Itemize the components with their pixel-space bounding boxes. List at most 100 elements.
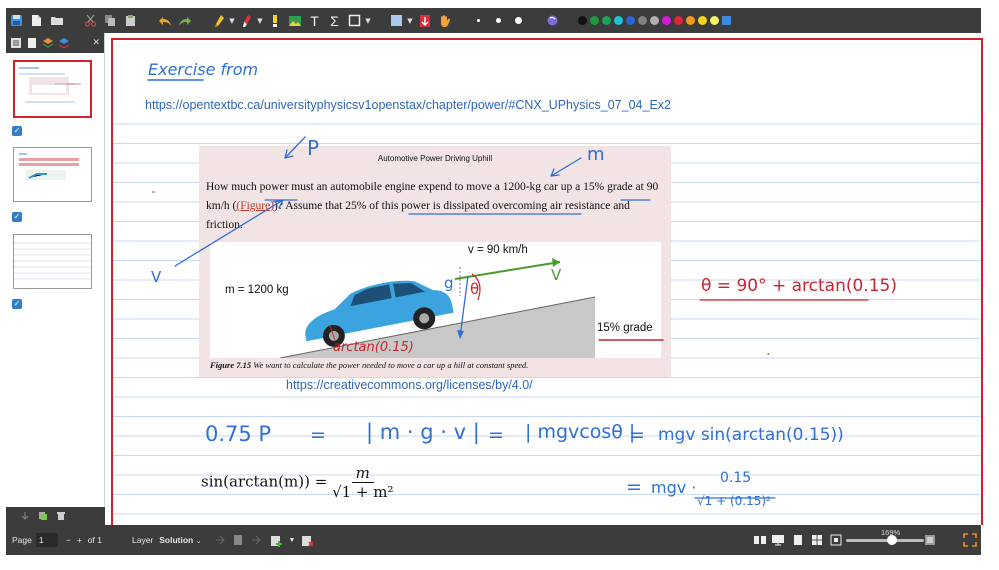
sigma-icon[interactable]: Σ bbox=[325, 11, 344, 30]
eq-equals-4: = bbox=[626, 476, 642, 498]
eq-final-denominator: √1 + (0.15)² bbox=[697, 494, 771, 508]
zoom-slider-handle[interactable] bbox=[887, 535, 897, 545]
handwritten-v-figure-label: V bbox=[551, 266, 562, 284]
color-swatch[interactable] bbox=[673, 16, 683, 25]
text-icon[interactable]: T bbox=[305, 11, 324, 30]
select-icon[interactable] bbox=[415, 11, 434, 30]
highlighter-dropdown[interactable]: ▼ bbox=[256, 11, 264, 30]
fill-color-dropdown[interactable]: ▼ bbox=[406, 11, 414, 30]
add-layer-icon[interactable] bbox=[270, 534, 283, 547]
layer-label: Layer bbox=[131, 535, 154, 545]
new-page-icon[interactable] bbox=[27, 11, 46, 30]
paste-icon[interactable] bbox=[121, 11, 140, 30]
image-icon[interactable] bbox=[285, 11, 304, 30]
car-incline-drawing bbox=[279, 258, 596, 359]
save-icon[interactable] bbox=[7, 11, 26, 30]
page-number-input[interactable] bbox=[35, 533, 58, 547]
color-swatch[interactable] bbox=[577, 16, 587, 25]
cut-icon[interactable] bbox=[81, 11, 100, 30]
figure-ref-link[interactable]: (Figure) bbox=[236, 200, 274, 212]
handwritten-heading: Exercise from bbox=[148, 60, 259, 79]
figure-grade-label: 15% grade bbox=[597, 322, 653, 334]
color-swatch[interactable] bbox=[697, 16, 707, 25]
dot-large-icon[interactable] bbox=[509, 11, 528, 30]
page-thumbnail-1[interactable] bbox=[13, 60, 92, 118]
color-swatch[interactable] bbox=[613, 16, 623, 25]
source-url[interactable]: https://opentextbc.ca/universityphysicsv… bbox=[145, 98, 671, 112]
fill-color-icon[interactable] bbox=[387, 11, 406, 30]
shape-icon[interactable] bbox=[345, 11, 364, 30]
move-page-down-icon[interactable] bbox=[20, 511, 30, 521]
close-icon[interactable]: ✕ bbox=[92, 38, 100, 48]
page-increment-button[interactable]: + bbox=[77, 535, 82, 545]
page-2-checkbox[interactable]: ✓ bbox=[12, 212, 22, 222]
layer-up-icon[interactable] bbox=[214, 534, 226, 546]
add-layer-dropdown[interactable]: ▼ bbox=[289, 537, 296, 544]
two-page-view-icon[interactable] bbox=[753, 534, 767, 546]
page-view-icon[interactable] bbox=[10, 37, 22, 49]
figure-mass-label: m = 1200 kg bbox=[225, 284, 289, 296]
redo-icon[interactable] bbox=[175, 11, 194, 30]
page-sidebar: ✕ ✓ ✓ ✓ bbox=[6, 33, 105, 525]
layer-down-icon[interactable] bbox=[250, 534, 262, 546]
color-swatch[interactable] bbox=[601, 16, 611, 25]
layer-save-icon[interactable] bbox=[232, 534, 244, 546]
license-url[interactable]: https://creativecommons.org/licenses/by/… bbox=[286, 378, 533, 392]
eq-equals-3: = bbox=[629, 424, 645, 446]
page-decrement-button[interactable]: − bbox=[66, 535, 71, 545]
status-bar: Page − + of 1 Layer Solution ⌄ ▼ 169% bbox=[6, 525, 981, 555]
dot-small-icon[interactable] bbox=[469, 11, 488, 30]
color-swatch[interactable] bbox=[721, 16, 731, 25]
eq-dot-product: | m · g · v | bbox=[366, 420, 480, 444]
presentation-view-icon[interactable] bbox=[771, 534, 785, 546]
pen-dropdown[interactable]: ▼ bbox=[228, 11, 236, 30]
eq-final-numerator: 0.15 bbox=[720, 470, 752, 486]
eq-result: mgv sin(arctan(0.15)) bbox=[658, 425, 844, 445]
eraser-round-icon[interactable] bbox=[543, 11, 562, 30]
highlighter-icon[interactable] bbox=[237, 11, 256, 30]
color-swatch[interactable] bbox=[589, 16, 599, 25]
layers-icon[interactable] bbox=[42, 37, 54, 49]
color-swatch[interactable] bbox=[709, 16, 719, 25]
hand-icon[interactable] bbox=[435, 11, 454, 30]
car-incline-figure: v = 90 km/h m = 1200 kg 15% grade bbox=[210, 242, 661, 359]
fit-page-icon[interactable] bbox=[830, 534, 842, 546]
eraser-icon[interactable] bbox=[265, 11, 284, 30]
color-swatch[interactable] bbox=[661, 16, 671, 25]
zoom-slider[interactable] bbox=[846, 539, 924, 542]
copy-icon[interactable] bbox=[101, 11, 120, 30]
figure-speed-label: v = 90 km/h bbox=[468, 244, 528, 256]
grid-view-icon[interactable] bbox=[811, 534, 823, 546]
delete-layer-icon[interactable] bbox=[301, 534, 315, 547]
dot-medium-icon[interactable] bbox=[489, 11, 508, 30]
eq-abs: | mgvcosθ | bbox=[525, 421, 636, 443]
handwritten-g-label: g bbox=[444, 274, 454, 292]
problem-figure: Automotive Power Driving Uphill How much… bbox=[199, 146, 671, 377]
color-swatch[interactable] bbox=[685, 16, 695, 25]
theta-equation: θ = 90° + arctan(0.15) bbox=[701, 276, 897, 296]
page-thumbnail-preview bbox=[14, 242, 91, 280]
layer-select[interactable]: Solution ⌄ bbox=[159, 535, 201, 545]
color-swatch[interactable] bbox=[649, 16, 659, 25]
zoom-fit-icon[interactable] bbox=[924, 534, 936, 546]
math-identity-num: m bbox=[351, 464, 374, 483]
stack-icon[interactable] bbox=[58, 37, 70, 49]
page-canvas[interactable]: Exercise from https://opentextbc.ca/univ… bbox=[111, 38, 983, 525]
shape-dropdown[interactable]: ▼ bbox=[364, 11, 372, 30]
pen-icon[interactable] bbox=[209, 11, 228, 30]
page-1-checkbox[interactable]: ✓ bbox=[12, 126, 22, 136]
page-thumbnail-3[interactable] bbox=[13, 234, 92, 289]
page-thumbnail-2[interactable] bbox=[13, 147, 92, 202]
color-swatch[interactable] bbox=[637, 16, 647, 25]
single-page-view-icon[interactable] bbox=[792, 534, 804, 546]
document-view-icon[interactable] bbox=[26, 37, 38, 49]
handwritten-theta-label: θ bbox=[470, 280, 480, 298]
math-identity: sin(arctan(m)) = m √1 + m² bbox=[201, 464, 394, 501]
duplicate-page-icon[interactable] bbox=[38, 511, 48, 521]
fullscreen-icon[interactable] bbox=[963, 533, 977, 547]
open-folder-icon[interactable] bbox=[47, 11, 66, 30]
page-3-checkbox[interactable]: ✓ bbox=[12, 299, 22, 309]
undo-icon[interactable] bbox=[155, 11, 174, 30]
color-swatch[interactable] bbox=[625, 16, 635, 25]
delete-page-icon[interactable] bbox=[56, 511, 66, 521]
